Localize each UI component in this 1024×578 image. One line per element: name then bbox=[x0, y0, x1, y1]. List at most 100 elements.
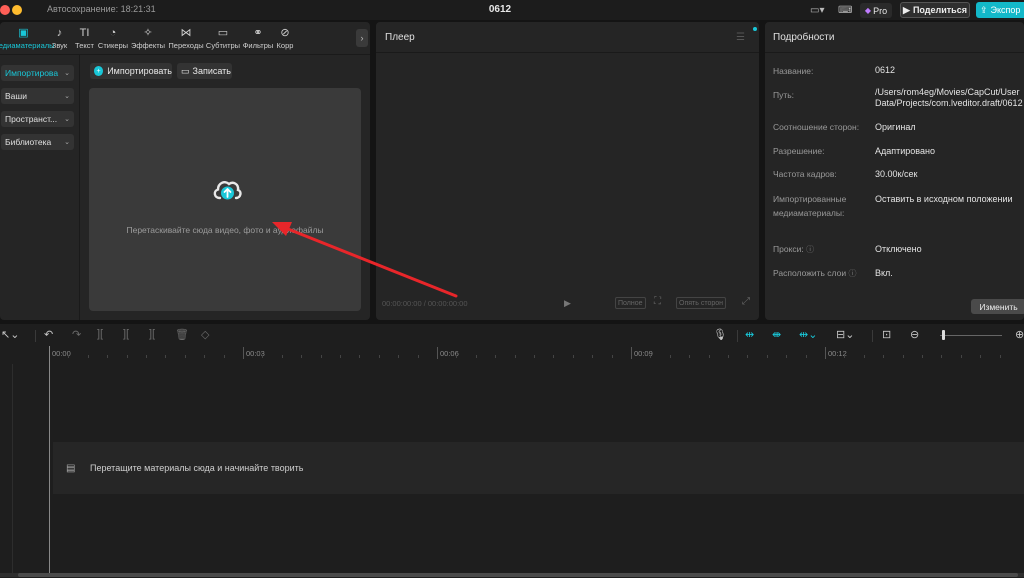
player-timecode: 00:00:00:00 / 00:00:00:00 bbox=[382, 299, 468, 308]
detail-label-imported-media: Импортированные bbox=[773, 194, 847, 204]
share-icon: ▶ bbox=[903, 4, 910, 15]
play-button[interactable]: ▶ bbox=[564, 298, 571, 309]
link-clips-icon[interactable]: ⇹⌄ bbox=[799, 328, 817, 341]
detail-label-path: Путь: bbox=[773, 90, 795, 100]
record-button[interactable]: ▭ Записать bbox=[177, 63, 232, 79]
sidebar-item-library[interactable]: Библиотека ⌄ bbox=[1, 134, 74, 150]
ruler-minor-tick bbox=[689, 355, 691, 358]
tabs-scroll-right-button[interactable]: › bbox=[356, 29, 368, 47]
export-button[interactable]: ⇪ Экспор bbox=[976, 2, 1024, 18]
tab-audio[interactable]: ♪ Звук bbox=[47, 22, 72, 54]
media-tabs: ▣Медиаматериалы♪ЗвукTIТекст◔Стикеры✧Эффе… bbox=[0, 22, 356, 54]
import-label: Импортировать bbox=[107, 66, 172, 76]
divider bbox=[376, 52, 759, 53]
delete-right-icon[interactable]: ][ bbox=[149, 328, 155, 340]
media-panel: ▣Медиаматериалы♪ЗвукTIТекст◔Стикеры✧Эффе… bbox=[0, 22, 370, 320]
sidebar-item-import[interactable]: Импортирова ⌄ bbox=[1, 65, 74, 81]
sidebar-item-yours[interactable]: Ваши ⌄ bbox=[1, 88, 74, 104]
aspect-ratio-button[interactable]: Опять сторон bbox=[676, 297, 726, 309]
ruler-minor-tick bbox=[301, 355, 303, 358]
keyboard-icon[interactable]: ⌨ bbox=[838, 3, 852, 17]
trash-icon[interactable]: 🗑 bbox=[175, 328, 189, 341]
ruler-major-tick bbox=[437, 347, 438, 359]
timeline-scrollbar[interactable] bbox=[0, 573, 1024, 577]
text-icon: TI bbox=[79, 26, 90, 39]
tab-filters[interactable]: ⚭ Фильтры bbox=[241, 22, 275, 54]
magnet-link-icon[interactable]: ⇹ bbox=[745, 328, 754, 341]
tab-effects[interactable]: ✧ Эффекты bbox=[129, 22, 167, 54]
ruler-minor-tick bbox=[359, 355, 361, 358]
ruler-minor-tick bbox=[669, 355, 671, 358]
fit-icon[interactable]: ⛶ bbox=[654, 296, 661, 307]
layout-icon[interactable]: ▭▾ bbox=[810, 3, 824, 17]
tab-sticker[interactable]: ◔ Стикеры bbox=[97, 22, 129, 54]
screen-zoom-icon[interactable]: ⊡ bbox=[882, 328, 891, 341]
help-icon[interactable]: ⓘ bbox=[806, 245, 814, 254]
timeline-panel: ↖⌄ ↶ ↷ ][ ][ ][ 🗑 ◇ 🎙 ⇹ ⇼ ⇹⌄ ⊟⌄ ⊡ ⊖ ⊕ 00… bbox=[0, 324, 1024, 578]
menu-icon[interactable]: ☰ bbox=[736, 32, 745, 43]
shield-icon[interactable]: ◇ bbox=[201, 328, 209, 341]
undo-icon[interactable]: ↶ bbox=[44, 328, 53, 341]
preview-axis-icon[interactable]: ⊟⌄ bbox=[836, 328, 854, 341]
detail-value-name: 0612 bbox=[875, 65, 896, 75]
sidebar-item-spaces[interactable]: Пространст... ⌄ bbox=[1, 111, 74, 127]
zoom-slider-handle[interactable] bbox=[942, 330, 945, 340]
share-button[interactable]: ▶ Поделиться bbox=[900, 2, 970, 18]
ruler-major-tick bbox=[631, 347, 632, 359]
microphone-icon[interactable]: 🎙 bbox=[713, 328, 727, 341]
plus-icon: + bbox=[94, 66, 104, 76]
divider bbox=[35, 330, 36, 342]
playhead[interactable] bbox=[49, 346, 50, 574]
select-tool-icon[interactable]: ↖⌄ bbox=[1, 328, 19, 341]
ruler-minor-tick bbox=[68, 355, 70, 358]
tab-label: Фильтры bbox=[242, 40, 274, 50]
ruler-major-tick bbox=[243, 347, 244, 359]
ruler-minor-tick bbox=[204, 355, 206, 358]
snap-icon[interactable]: ⇼ bbox=[772, 328, 781, 341]
ruler-minor-tick bbox=[941, 355, 943, 358]
zoom-slider-track[interactable] bbox=[940, 335, 1002, 336]
zoom-out-icon[interactable]: ⊖ bbox=[910, 328, 919, 341]
quality-label: Полное bbox=[618, 299, 643, 307]
ruler-minor-tick bbox=[417, 355, 419, 358]
tab-adjust[interactable]: ⊘ Корр bbox=[275, 22, 295, 54]
ruler-minor-tick bbox=[747, 355, 749, 358]
pro-label: Pro bbox=[873, 5, 888, 16]
tab-text[interactable]: TI Текст bbox=[72, 22, 97, 54]
ruler-minor-tick bbox=[87, 355, 89, 358]
change-button[interactable]: Изменить bbox=[971, 299, 1024, 314]
minimize-window-button[interactable] bbox=[12, 5, 22, 15]
scrollbar-thumb[interactable] bbox=[18, 573, 1018, 577]
media-dropzone[interactable]: Перетаскивайте сюда видео, фото и аудиоф… bbox=[89, 88, 361, 311]
tab-subtitles[interactable]: ▭ Субтитры bbox=[205, 22, 241, 54]
details-panel: Подробности Название: 0612 Путь: /Users/… bbox=[765, 22, 1024, 320]
tab-media[interactable]: ▣Медиаматериалы bbox=[0, 22, 55, 54]
record-label: Записать bbox=[192, 66, 231, 76]
import-button[interactable]: + Импортировать bbox=[90, 63, 172, 79]
sticker-icon: ◔ bbox=[109, 26, 117, 39]
track-hint: Перетащите материалы сюда и начинайте тв… bbox=[90, 463, 304, 473]
help-icon[interactable]: ⓘ bbox=[848, 269, 856, 278]
export-label: Экспор bbox=[990, 5, 1021, 15]
split-icon[interactable]: ][ bbox=[97, 328, 103, 340]
close-window-button[interactable] bbox=[0, 5, 10, 15]
redo-icon[interactable]: ↷ bbox=[72, 328, 81, 341]
project-title: 0612 bbox=[488, 4, 512, 15]
ruler-minor-tick bbox=[495, 355, 497, 358]
tab-label: Текст bbox=[75, 40, 94, 50]
detail-value-imported-media: Оставить в исходном положении bbox=[875, 194, 1013, 204]
ruler-minor-tick bbox=[184, 355, 186, 358]
ruler-minor-tick bbox=[572, 355, 574, 358]
tab-transitions[interactable]: ⋈ Переходы bbox=[167, 22, 205, 54]
ruler-minor-tick bbox=[281, 355, 283, 358]
pro-badge[interactable]: ◆ Pro bbox=[860, 3, 892, 18]
transitions-icon: ⋈ bbox=[180, 26, 192, 39]
time-ruler[interactable]: 00:00 00:03 00:06 00:09 00:12 bbox=[0, 346, 1024, 360]
tab-label: Переходы bbox=[168, 40, 204, 50]
delete-left-icon[interactable]: ][ bbox=[123, 328, 129, 340]
aspect-ratio-label: Опять сторон bbox=[679, 299, 723, 307]
fullscreen-icon[interactable]: ⤢ bbox=[742, 296, 750, 307]
media-icon: ▣ bbox=[18, 26, 29, 39]
fullscreen-quality-button[interactable]: Полное bbox=[615, 297, 646, 309]
zoom-in-icon[interactable]: ⊕ bbox=[1015, 328, 1024, 341]
